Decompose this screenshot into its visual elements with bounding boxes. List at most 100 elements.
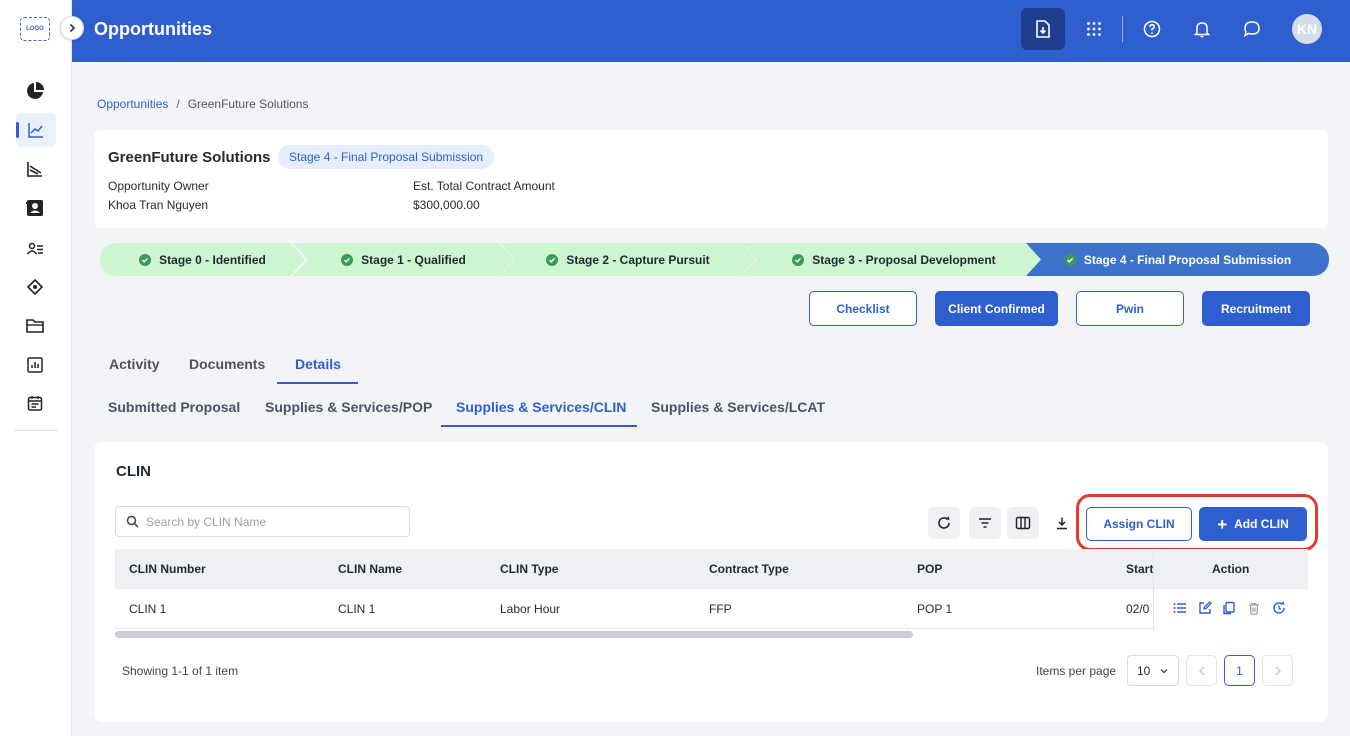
- download-button[interactable]: [1046, 507, 1078, 539]
- stage-4-label: Stage 4 - Final Proposal Submission: [1083, 252, 1292, 267]
- import-button[interactable]: [1021, 8, 1065, 50]
- stage-0-label: Stage 0 - Identified: [159, 252, 266, 267]
- user-avatar[interactable]: KN: [1292, 14, 1322, 44]
- history-button[interactable]: [1271, 600, 1287, 616]
- subtab-clin-underline: [441, 425, 637, 427]
- owner-value: Khoa Tran Nguyen: [108, 198, 209, 212]
- items-per-page-select[interactable]: 10: [1127, 655, 1179, 686]
- contacts-icon: [26, 200, 43, 216]
- amount-value: $300,000.00: [413, 198, 480, 212]
- check-circle-icon: [139, 253, 152, 266]
- col-pop[interactable]: POP: [917, 562, 942, 576]
- next-page-button[interactable]: [1262, 655, 1293, 686]
- opportunities-chart-icon: [28, 123, 43, 138]
- tag-icon: [26, 278, 44, 296]
- app-logo[interactable]: LOGO: [20, 17, 50, 41]
- subtab-supplies-clin[interactable]: Supplies & Services/CLIN: [456, 399, 626, 415]
- breadcrumb: Opportunities / GreenFuture Solutions: [97, 97, 308, 111]
- tab-details[interactable]: Details: [295, 356, 341, 372]
- notifications-button[interactable]: [1180, 8, 1224, 50]
- scrollbar-thumb[interactable]: [115, 631, 913, 638]
- pipeline-icon: [27, 162, 42, 177]
- clin-section-title: CLIN: [116, 463, 151, 480]
- pwin-button[interactable]: Pwin: [1076, 291, 1184, 326]
- apps-grid-icon: [1087, 22, 1101, 36]
- col-clin-name[interactable]: CLIN Name: [338, 562, 402, 576]
- sidebar-item-tags[interactable]: [22, 274, 48, 300]
- refresh-button[interactable]: [928, 507, 960, 539]
- check-circle-icon: [341, 253, 354, 266]
- opportunity-name: GreenFuture Solutions: [108, 149, 271, 166]
- filter-button[interactable]: [969, 507, 1001, 539]
- table-row[interactable]: CLIN 1 CLIN 1 Labor Hour FFP POP 1 02/0: [115, 589, 1307, 629]
- sidebar-item-folders[interactable]: [22, 313, 48, 339]
- subtab-submitted-proposal[interactable]: Submitted Proposal: [108, 399, 240, 415]
- stage-badge: Stage 4 - Final Proposal Submission: [278, 145, 495, 169]
- stage-4[interactable]: Stage 4 - Final Proposal Submission: [1026, 243, 1329, 276]
- columns-icon: [1015, 516, 1031, 530]
- details-list-button[interactable]: [1172, 600, 1188, 616]
- col-clin-type[interactable]: CLIN Type: [500, 562, 558, 576]
- col-clin-number[interactable]: CLIN Number: [129, 562, 206, 576]
- stage-0[interactable]: Stage 0 - Identified: [100, 243, 305, 276]
- client-confirmed-button[interactable]: Client Confirmed: [935, 291, 1058, 326]
- check-circle-icon: [792, 253, 805, 266]
- sidebar-item-calendar[interactable]: [22, 390, 48, 416]
- check-circle-icon: [1063, 253, 1076, 266]
- opportunity-summary-card: GreenFuture Solutions Stage 4 - Final Pr…: [94, 130, 1328, 228]
- check-circle-icon: [546, 253, 559, 266]
- stage-2-label: Stage 2 - Capture Pursuit: [566, 252, 710, 267]
- highlight-annotation: [1076, 494, 1318, 551]
- breadcrumb-opportunities-link[interactable]: Opportunities: [97, 97, 168, 111]
- sidebar-item-dashboard[interactable]: [22, 78, 48, 104]
- cell-start: 02/0: [1126, 602, 1150, 616]
- stage-2[interactable]: Stage 2 - Capture Pursuit: [500, 243, 756, 276]
- sidebar-item-opportunities[interactable]: [16, 113, 56, 147]
- stage-1[interactable]: Stage 1 - Qualified: [293, 243, 514, 276]
- help-icon: [1143, 20, 1161, 38]
- refresh-icon: [938, 516, 950, 529]
- col-contract-type[interactable]: Contract Type: [709, 562, 789, 576]
- amount-label: Est. Total Contract Amount: [413, 179, 555, 193]
- sidebar-item-users[interactable]: [22, 236, 48, 262]
- duplicate-button[interactable]: [1221, 600, 1237, 616]
- prev-page-button[interactable]: [1186, 655, 1217, 686]
- delete-button[interactable]: [1246, 600, 1262, 616]
- help-button[interactable]: [1130, 8, 1174, 50]
- table-header: CLIN Number CLIN Name CLIN Type Contract…: [115, 549, 1307, 589]
- page-1-button[interactable]: 1: [1224, 655, 1255, 686]
- file-download-icon: [1036, 20, 1050, 38]
- stage-progress-bar: Stage 0 - Identified Stage 1 - Qualified…: [100, 243, 1329, 276]
- stage-3[interactable]: Stage 3 - Proposal Development: [742, 243, 1046, 276]
- items-per-page-value: 10: [1137, 663, 1151, 678]
- pagination-summary: Showing 1-1 of 1 item: [122, 664, 239, 678]
- horizontal-scrollbar[interactable]: [115, 631, 1307, 638]
- recruitment-button[interactable]: Recruitment: [1202, 291, 1310, 326]
- col-start[interactable]: Start: [1126, 562, 1153, 576]
- sidebar-divider: [14, 430, 58, 431]
- cell-clin-number: CLIN 1: [129, 602, 167, 616]
- calendar-icon: [27, 396, 43, 411]
- subtab-supplies-pop[interactable]: Supplies & Services/POP: [265, 399, 432, 415]
- checklist-button[interactable]: Checklist: [809, 291, 917, 326]
- cell-pop: POP 1: [917, 602, 953, 616]
- sidebar-item-reports[interactable]: [22, 352, 48, 378]
- tab-documents[interactable]: Documents: [189, 356, 265, 372]
- chat-button[interactable]: [1230, 8, 1274, 50]
- col-action: Action: [1212, 562, 1250, 576]
- columns-button[interactable]: [1007, 507, 1039, 539]
- apps-button[interactable]: [1072, 8, 1116, 50]
- items-per-page-label: Items per page: [1036, 664, 1117, 678]
- sidebar-item-pipeline[interactable]: [22, 156, 48, 182]
- clin-search-input[interactable]: [146, 512, 401, 532]
- cell-contract-type: FFP: [709, 602, 732, 616]
- edit-button[interactable]: [1197, 600, 1213, 616]
- sidebar-item-contacts[interactable]: [22, 195, 48, 221]
- owner-label: Opportunity Owner: [108, 179, 209, 193]
- header-separator: [1122, 16, 1123, 42]
- search-icon: [126, 515, 139, 528]
- tab-activity[interactable]: Activity: [109, 356, 160, 372]
- sidebar-expand-button[interactable]: [60, 16, 84, 40]
- breadcrumb-current: GreenFuture Solutions: [187, 97, 309, 111]
- subtab-supplies-lcat[interactable]: Supplies & Services/LCAT: [651, 399, 825, 415]
